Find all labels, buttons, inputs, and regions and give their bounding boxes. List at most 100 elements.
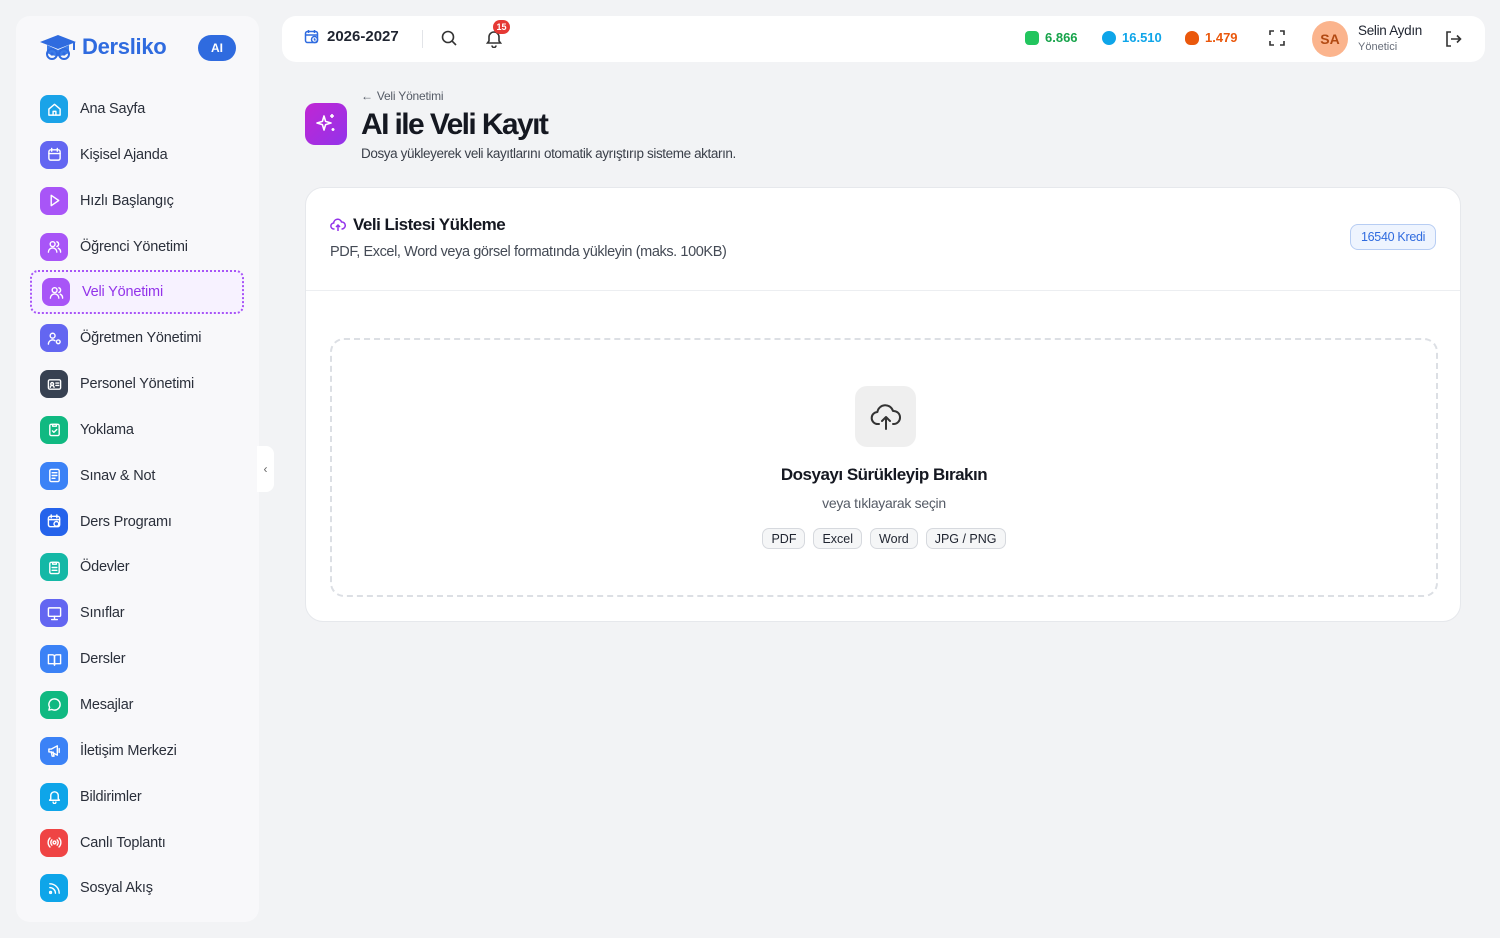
avatar[interactable]: SA (1312, 21, 1348, 57)
sparkles-icon (316, 114, 335, 131)
notification-count-badge: 15 (493, 20, 510, 34)
credit-badge: 16540 Kredi (1350, 224, 1437, 250)
logo[interactable]: Dersliko (38, 32, 167, 62)
cloud-upload-icon (870, 403, 901, 430)
sidebar-item-siniflar[interactable]: Sınıflar (30, 591, 244, 635)
green-coin-icon (1025, 30, 1039, 45)
format-chip: PDF (762, 528, 806, 549)
cloud-upload-icon (330, 218, 346, 231)
dropzone-title: Dosyayı Sürükleyip Bırakın (780, 465, 988, 484)
sidebar-item-label: Mesajlar (80, 696, 134, 713)
logout-button[interactable] (1443, 29, 1463, 54)
back-link-label: Veli Yönetimi (376, 89, 444, 103)
megaphone-icon (40, 736, 68, 765)
sidebar: Dersliko AI Ana Sayfa Kişisel Ajanda Hızlı… (16, 16, 259, 922)
blue-gem-icon (1099, 27, 1119, 48)
flame-icon (1185, 30, 1199, 45)
sidebar-item-label: Veli Yönetimi (82, 284, 163, 301)
format-chip: JPG / PNG (925, 528, 1006, 549)
exam-icon (40, 461, 68, 490)
id-card-icon (40, 370, 68, 399)
book-icon (40, 645, 68, 674)
sidebar-item-canli-toplanti[interactable]: Canlı Toplantı (30, 821, 244, 865)
stat-value: 16.510 (1122, 30, 1162, 45)
sidebar-item-label: Öğrenci Yönetimi (80, 238, 188, 255)
sidebar-item-bildirimler[interactable]: Bildirimler (30, 775, 244, 819)
stat-blue: 16.510 (1099, 27, 1162, 48)
file-dropzone[interactable]: Dosyayı Sürükleyip Bırakın veya tıklayar… (330, 338, 1438, 597)
sidebar-collapse-button[interactable]: ‹ (257, 446, 274, 492)
header-divider (422, 30, 423, 48)
sidebar-item-odevler[interactable]: Ödevler (30, 545, 244, 589)
card-title-text: Veli Listesi Yükleme (353, 215, 506, 234)
format-chip: Word (870, 528, 918, 549)
sidebar-item-label: Bildirimler (80, 788, 142, 805)
clipboard-check-icon (40, 415, 68, 444)
sidebar-item-ana-sayfa[interactable]: Ana Sayfa (30, 87, 244, 131)
sidebar-item-hizli-baslangic[interactable]: Hızlı Başlangıç (30, 179, 244, 223)
home-icon (40, 95, 68, 123)
rss-icon (40, 874, 68, 903)
calendar-clock-icon (40, 507, 68, 536)
sidebar-item-dersler[interactable]: Dersler (30, 637, 244, 681)
sidebar-item-kisisel-ajanda[interactable]: Kişisel Ajanda (30, 133, 244, 177)
sidebar-item-label: Dersler (80, 651, 126, 668)
sidebar-item-ders-programi[interactable]: Ders Programı (30, 500, 244, 544)
search-button[interactable] (440, 29, 458, 52)
sidebar-item-sinav-not[interactable]: Sınav & Not (30, 454, 244, 498)
logout-icon (1446, 31, 1462, 47)
page-title: AI ile Veli Kayıt (361, 108, 549, 141)
sidebar-item-label: Kişisel Ajanda (80, 146, 168, 163)
message-icon (40, 690, 68, 719)
sidebar-item-label: Ödevler (80, 559, 130, 576)
format-chip: Excel (813, 528, 863, 549)
sidebar-item-sosyal-akis[interactable]: Sosyal Akış (30, 866, 244, 910)
sidebar-item-mesajlar[interactable]: Mesajlar (30, 683, 244, 727)
user-name: Selin Aydın (1358, 23, 1423, 38)
clipboard-icon (40, 553, 68, 582)
academic-year: 2026-2027 (327, 28, 399, 45)
back-link[interactable]: ← Veli Yönetimi (361, 89, 444, 103)
upload-card: Veli Listesi Yükleme PDF, Excel, Word ve… (305, 187, 1461, 622)
card-subtitle: PDF, Excel, Word veya görsel formatında … (330, 244, 727, 260)
stat-value: 6.866 (1045, 30, 1078, 45)
stat-value: 1.479 (1205, 30, 1238, 45)
user-role: Yönetici (1358, 41, 1398, 53)
teacher-icon (40, 324, 68, 353)
arrow-left-icon: ← (361, 89, 373, 103)
ai-badge[interactable]: AI (198, 35, 236, 61)
sidebar-item-label: Hızlı Başlangıç (80, 192, 174, 209)
calendar-icon (40, 140, 68, 169)
sidebar-item-label: Yoklama (80, 421, 134, 438)
broadcast-icon (40, 828, 68, 857)
upload-icon-box (855, 386, 916, 447)
sidebar-item-ogrenci-yonetimi[interactable]: Öğrenci Yönetimi (30, 225, 244, 269)
sidebar-item-label: Canlı Toplantı (80, 834, 166, 851)
sidebar-item-personel-yonetimi[interactable]: Personel Yönetimi (30, 362, 244, 406)
chevron-left-icon: ‹ (263, 462, 268, 476)
dropzone-subtitle: veya tıklayarak seçin (822, 495, 946, 511)
sidebar-item-label: Sınav & Not (80, 467, 156, 484)
stat-orange: 1.479 (1185, 30, 1238, 45)
app-name: Dersliko (82, 34, 167, 59)
format-list: PDF Excel Word JPG / PNG (332, 528, 1436, 549)
sidebar-item-yoklama[interactable]: Yoklama (30, 408, 244, 452)
sidebar-item-label: Personel Yönetimi (80, 376, 195, 393)
play-icon (40, 186, 68, 215)
sidebar-item-label: Ders Programı (80, 513, 172, 530)
sidebar-item-iletisim-merkezi[interactable]: İletişim Merkezi (30, 729, 244, 773)
sidebar-item-label: Öğretmen Yönetimi (80, 330, 202, 347)
calendar-clock-icon (304, 29, 319, 43)
search-icon (441, 30, 457, 46)
users-icon (42, 278, 70, 307)
card-title: Veli Listesi Yükleme (330, 215, 506, 235)
sidebar-item-label: Sosyal Akış (80, 880, 153, 897)
users-icon (40, 232, 68, 261)
sidebar-item-ogretmen-yonetimi[interactable]: Öğretmen Yönetimi (30, 316, 244, 360)
fullscreen-icon (1269, 30, 1285, 46)
academic-year-selector[interactable]: 2026-2027 (304, 28, 399, 45)
sidebar-item-veli-yonetimi[interactable]: Veli Yönetimi (30, 270, 244, 315)
fullscreen-button[interactable] (1268, 29, 1286, 52)
bell-icon (40, 782, 68, 811)
sidebar-item-label: Sınıflar (80, 605, 125, 622)
